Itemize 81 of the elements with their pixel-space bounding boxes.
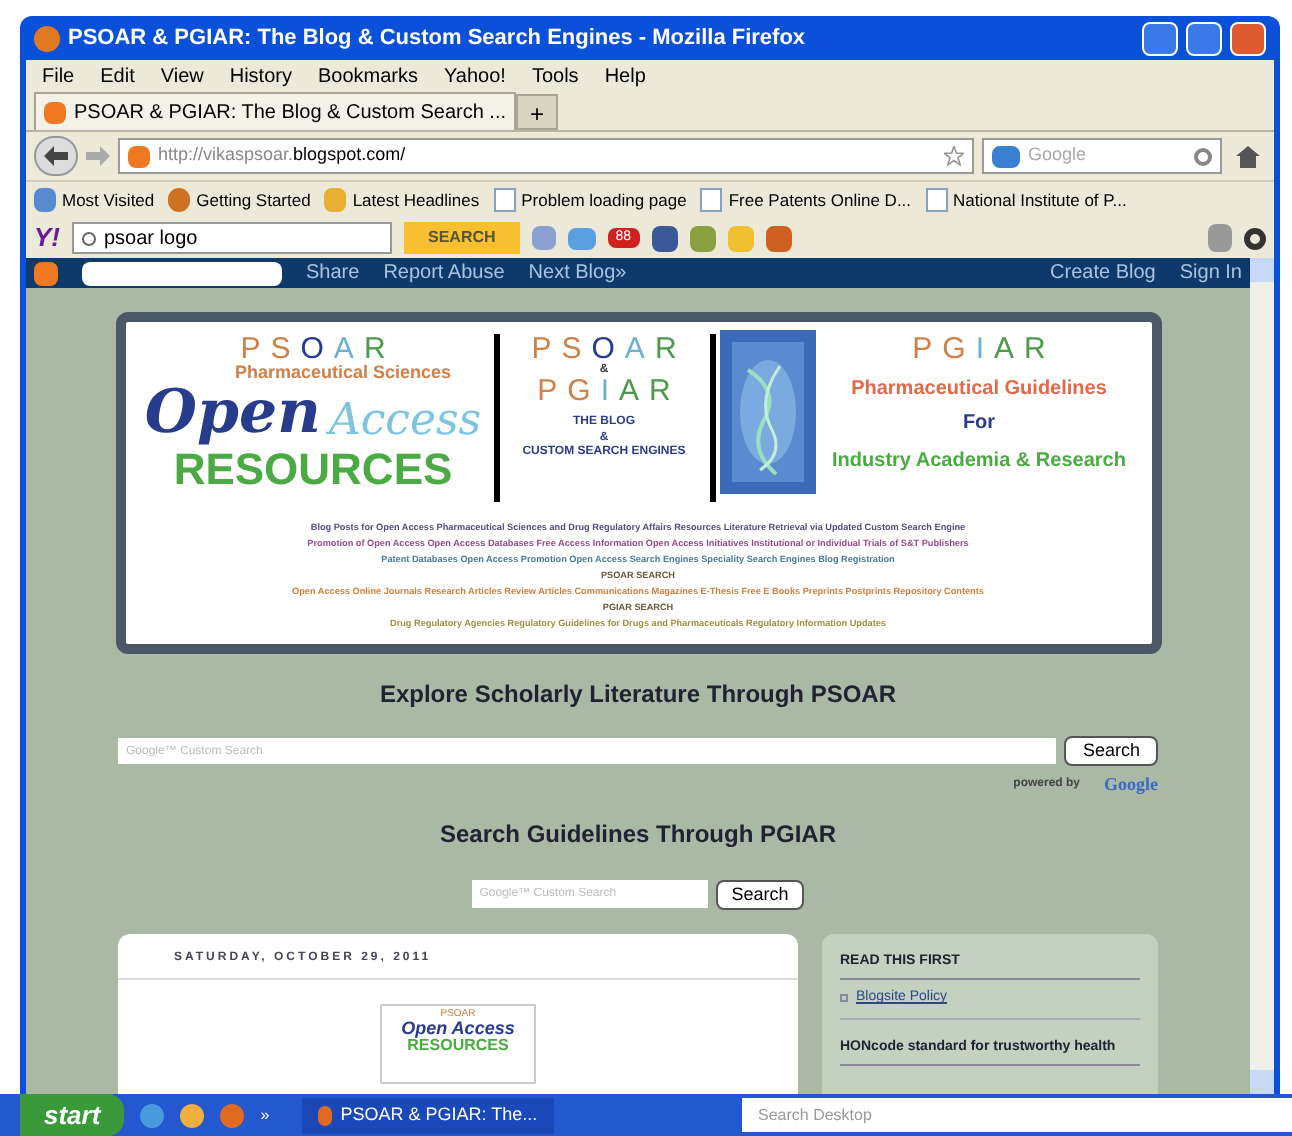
logo-letter: G — [567, 376, 591, 406]
logo-letter: R — [649, 376, 671, 406]
back-arrow-icon — [44, 146, 68, 166]
yahoo-search-button[interactable]: SEARCH — [404, 222, 520, 254]
logo-letter: O — [300, 334, 324, 364]
logo-letter: R — [654, 334, 677, 364]
navbar-link[interactable]: Next Blog» — [528, 258, 627, 288]
navbar-link[interactable]: Report Abuse — [383, 258, 505, 288]
menu-item[interactable]: Yahoo! — [444, 61, 506, 91]
google-logo: Google — [1104, 772, 1158, 798]
menu-item[interactable]: Help — [604, 61, 646, 91]
logo-letter: A — [994, 334, 1015, 364]
toolbar-icon[interactable] — [531, 226, 556, 250]
logo-letter: I — [600, 376, 609, 406]
yahoo-logo[interactable]: Y! — [34, 218, 60, 258]
logo-text: Open Access — [401, 1019, 515, 1037]
yahoo-search-field[interactable]: psoar logo — [72, 222, 392, 254]
bullet-icon — [840, 994, 848, 1003]
bookmark-item[interactable]: Free Patents Online D... — [700, 187, 912, 213]
banner-subtitle: Pharmaceutical Sciences — [234, 364, 452, 382]
forward-button[interactable] — [86, 146, 110, 166]
section-heading: Search Guidelines Through PGIAR — [439, 817, 837, 851]
logo-letter: G — [942, 334, 966, 364]
logo-word: Access — [328, 400, 482, 444]
logo-word: RESOURCES — [173, 448, 453, 492]
browser-tab[interactable]: PSOAR & PGIAR: The Blog & Custom Search ... — [34, 92, 517, 130]
banner-subtitle: For — [962, 414, 996, 434]
menu-item[interactable]: File — [42, 61, 75, 91]
star-icon[interactable] — [944, 146, 964, 166]
logo-letter: P — [531, 334, 552, 364]
bookmark-item[interactable]: Most Visited — [34, 187, 155, 213]
menu-item[interactable]: Edit — [100, 61, 135, 91]
banner-subtitle: Pharmaceutical Guidelines — [851, 380, 1107, 400]
navbar-link[interactable]: Create Blog — [1050, 258, 1156, 288]
bookmark-item[interactable]: Problem loading page — [493, 187, 687, 213]
window-title: PSOAR & PGIAR: The Blog & Custom Search Engines - Mozilla Firefox — [68, 23, 808, 54]
desktop-search-field[interactable]: Search Desktop — [742, 1098, 1292, 1132]
navbar-link[interactable]: Sign In — [1179, 258, 1242, 288]
address-field[interactable]: http://vikaspsoar.blogspot.com/ — [118, 138, 974, 174]
bookmark-item[interactable]: Latest Headlines — [324, 187, 480, 213]
minimize-button[interactable] — [1142, 21, 1178, 55]
logo-letter: R — [363, 334, 386, 364]
logo-letter: O — [591, 334, 615, 364]
logo-letter: P — [537, 376, 558, 406]
menu-item[interactable]: View — [160, 61, 204, 91]
taskbar-task[interactable]: PSOAR & PGIAR: The... — [301, 1097, 554, 1133]
bookmark-item[interactable]: Getting Started — [168, 187, 311, 213]
logo-letter: S — [270, 334, 291, 364]
logo-letter: P — [912, 334, 933, 364]
new-tab-button[interactable]: + — [516, 94, 559, 130]
logo-letter: R — [1024, 334, 1046, 364]
maximize-button[interactable] — [1186, 21, 1222, 55]
logo-letter: P — [240, 334, 261, 364]
more-chevron[interactable]: » — [260, 1103, 270, 1127]
logo-letter: I — [975, 334, 984, 364]
logo-word: Open — [144, 384, 321, 444]
navbar-link[interactable]: Share — [306, 258, 360, 288]
start-button[interactable]: start — [20, 1094, 125, 1136]
url-text: http://vikaspsoar.blogspot.com/ — [158, 142, 408, 169]
section-heading: Explore Scholarly Literature Through PSOAR — [379, 678, 897, 712]
logo-letter: A — [333, 334, 354, 364]
search-button[interactable]: Search — [715, 879, 805, 909]
search-button[interactable]: Search — [1064, 736, 1158, 766]
logo-letter: S — [561, 334, 582, 364]
logo-text: RESOURCES — [407, 1037, 509, 1053]
search-placeholder: Google — [1028, 142, 1089, 169]
page-icon — [700, 188, 723, 212]
blog-search-field[interactable] — [82, 261, 282, 285]
toolbar-icon[interactable] — [689, 225, 716, 251]
logo-letter: A — [624, 334, 645, 364]
page-icon — [493, 188, 516, 212]
toolbar-icon[interactable] — [1208, 224, 1232, 252]
menu-item[interactable]: History — [229, 61, 292, 91]
close-button[interactable] — [1230, 21, 1266, 55]
banner-subtitle: Industry Academia & Research — [832, 452, 1126, 472]
menu-item[interactable]: Bookmarks — [317, 61, 418, 91]
menu-item[interactable]: Tools — [531, 61, 579, 91]
bookmark-item[interactable]: National Institute of P... — [925, 187, 1127, 213]
page-icon — [925, 188, 948, 212]
back-button[interactable] — [34, 136, 78, 176]
logo-letter: A — [619, 376, 640, 406]
